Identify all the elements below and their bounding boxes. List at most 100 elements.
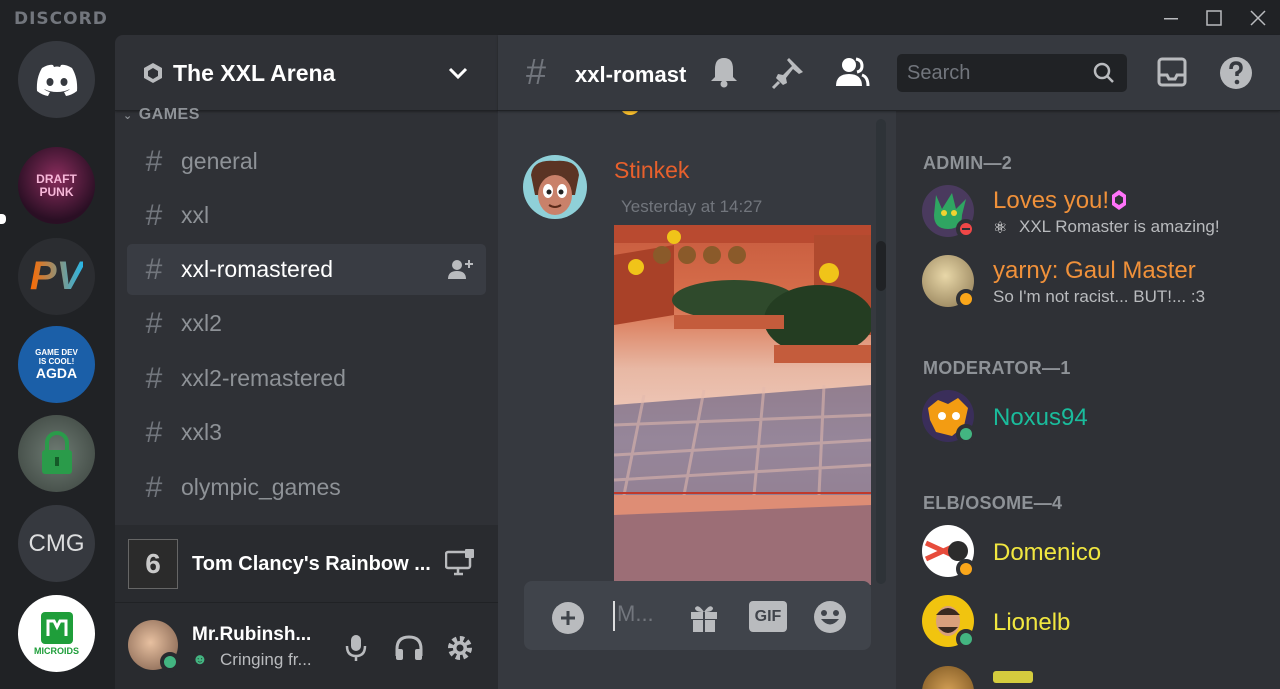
search-input[interactable]: Search: [897, 54, 1127, 92]
custom-status-icon: ☻: [192, 651, 208, 668]
member-name: yarny: Gaul Master: [993, 257, 1196, 284]
message-input[interactable]: M...: [613, 601, 673, 631]
status-online-dot: [160, 652, 180, 672]
home-button[interactable]: [18, 41, 95, 118]
channel-xxl2-remastered[interactable]: # xxl2-remastered: [127, 353, 486, 404]
member-partial-avatar[interactable]: [922, 666, 974, 689]
channel-xxl2[interactable]: # xxl2: [127, 298, 486, 349]
member-domenico[interactable]: Domenico: [922, 525, 1262, 585]
server-agda[interactable]: GAME DEV IS COOL! AGDA: [18, 326, 95, 403]
channel-xxl[interactable]: # xxl: [127, 190, 486, 241]
member-noxus94[interactable]: Noxus94: [922, 390, 1262, 450]
channel-name: olympic_games: [181, 474, 341, 500]
help-icon[interactable]: [1219, 56, 1253, 90]
maximize-icon[interactable]: [1192, 0, 1236, 35]
hashtag-icon: #: [526, 51, 547, 92]
member-status: XXL Romaster is amazing!: [1019, 217, 1220, 236]
gear-icon[interactable]: [445, 633, 475, 663]
unread-indicator: [0, 214, 6, 224]
server-microids[interactable]: MICROIDS: [18, 595, 95, 672]
server-lock[interactable]: [18, 415, 95, 492]
server-pv[interactable]: PV: [18, 238, 95, 315]
channel-olympic-games[interactable]: # olympic_games: [127, 462, 486, 513]
status-dnd-dot: [956, 219, 976, 239]
server-draft-punk[interactable]: DRAFT PUNK: [18, 147, 95, 224]
hashtag-icon: #: [145, 361, 163, 395]
server-label: PV: [29, 254, 84, 298]
server-label-main: AGDA: [35, 365, 78, 381]
gif-label: GIF: [754, 607, 782, 625]
guild-header[interactable]: The XXL Arena: [115, 35, 498, 111]
search-placeholder: Search: [907, 62, 971, 84]
hashtag-icon: #: [145, 198, 163, 232]
app-brand: DISCORD: [14, 9, 108, 29]
hashtag-icon: #: [145, 306, 163, 340]
member-name: Noxus94: [993, 404, 1088, 431]
category-header[interactable]: ⌄ GAMES: [123, 106, 200, 124]
chevron-down-icon: ⌄: [123, 110, 133, 122]
category-label: GAMES: [138, 106, 200, 123]
minimize-icon[interactable]: [1149, 0, 1193, 35]
hashtag-icon: #: [145, 144, 163, 178]
channel-name: xxl2-remastered: [181, 365, 346, 391]
member-yarny[interactable]: yarny: Gaul Master So I'm not racist... …: [922, 255, 1262, 315]
message-avatar[interactable]: [523, 155, 587, 219]
member-list-icon[interactable]: [834, 56, 870, 88]
member-name: Loves you!: [993, 187, 1110, 214]
channel-sidebar: The XXL Arena ⌄ GAMES # general # xxl # xxl-…: [115, 35, 498, 689]
channel-title: xxl-romast: [575, 62, 687, 87]
member-list: ADMIN—2 Loves you! ⚛ XXL Romaster is ama…: [896, 111, 1280, 689]
chevron-down-icon[interactable]: [448, 67, 468, 81]
guild-name: The XXL Arena: [173, 60, 336, 86]
member-group-header: ELB/OSOME—4: [923, 493, 1063, 513]
user-panel: Mr.Rubinsh... ☻ Cringing fr...: [115, 603, 498, 689]
microphone-icon[interactable]: [345, 634, 367, 662]
member-name: Domenico: [993, 539, 1102, 566]
attach-plus-icon[interactable]: [552, 602, 584, 634]
channel-name: xxl3: [181, 419, 222, 445]
status-idle-dot: [956, 559, 976, 579]
server-boost-icon: [144, 63, 162, 83]
scrollbar[interactable]: [876, 119, 886, 584]
emoji-icon[interactable]: [813, 600, 847, 634]
scrollbar-thumb[interactable]: [876, 241, 886, 291]
game-icon: 6: [128, 539, 178, 589]
server-label: MICROIDS: [34, 645, 79, 656]
channel-name: xxl2: [181, 310, 222, 336]
gift-icon[interactable]: [688, 601, 720, 633]
hashtag-icon: #: [145, 415, 163, 449]
message-attachment-image[interactable]: [614, 225, 871, 585]
headphones-icon[interactable]: [394, 634, 424, 662]
gif-button[interactable]: GIF: [749, 601, 787, 632]
title-bar: DISCORD: [0, 0, 1280, 35]
close-icon[interactable]: [1236, 0, 1280, 35]
stream-icon[interactable]: [445, 549, 475, 577]
server-label: DRAFT PUNK: [36, 171, 77, 199]
user-name: Mr.Rubinsh...: [192, 624, 312, 645]
pin-icon[interactable]: [771, 56, 805, 90]
channel-xxl3[interactable]: # xxl3: [127, 407, 486, 458]
add-user-icon[interactable]: [448, 258, 474, 280]
search-icon: [1093, 62, 1114, 83]
channel-name: xxl-romastered: [181, 256, 334, 282]
notification-bell-icon[interactable]: [709, 56, 739, 88]
chat-area: Stinkek Yesterday at 14:27 M... GIF: [498, 35, 896, 689]
activity-emoji-icon: ⚛: [993, 220, 1008, 237]
message-composer: M... GIF: [524, 581, 871, 650]
hashtag-icon: #: [145, 470, 163, 504]
message-author[interactable]: Stinkek: [614, 157, 689, 184]
activity-title: Tom Clancy's Rainbow ...: [192, 553, 431, 575]
member-lionelb[interactable]: Lionelb: [922, 595, 1262, 655]
channel-general[interactable]: # general: [127, 136, 486, 187]
microids-logo-icon: [40, 611, 73, 644]
message-input-placeholder: M...: [617, 601, 654, 626]
message-timestamp: Yesterday at 14:27: [621, 197, 763, 216]
server-cmg[interactable]: CMG: [18, 505, 95, 582]
discord-logo-icon: [36, 64, 77, 96]
channel-name: general: [181, 148, 258, 174]
inbox-icon[interactable]: [1157, 57, 1187, 87]
game-logo-text: 6: [145, 548, 161, 579]
member-loves-you[interactable]: Loves you! ⚛ XXL Romaster is amazing!: [922, 185, 1262, 245]
channel-xxl-romastered[interactable]: # xxl-romastered: [127, 244, 486, 295]
server-rail: DRAFT PUNK PV GAME DEV IS COOL! AGDA CMG…: [0, 35, 115, 689]
